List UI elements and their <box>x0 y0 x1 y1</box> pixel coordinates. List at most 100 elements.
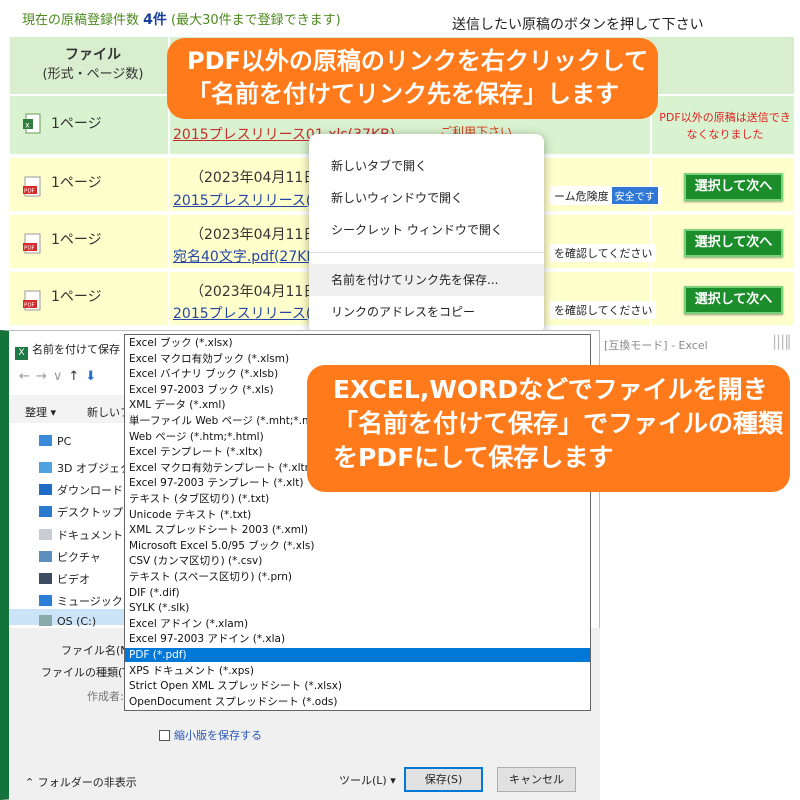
filetype-option[interactable]: XPS ドキュメント (*.xps) <box>125 664 590 678</box>
checkbox-label: 縮小版を保存する <box>174 729 262 742</box>
screenshot-stage: 現在の原稿登録件数 4件 (最大30件まで登録できます) 送信したい原稿のボタン… <box>0 0 800 800</box>
file-link[interactable]: 2015プレスリリース( <box>173 190 311 210</box>
filetype-option[interactable]: DIF (*.dif) <box>125 586 590 600</box>
page-count: 1ページ <box>51 175 102 191</box>
organize-button[interactable]: 整理 ▾ <box>25 404 56 420</box>
music-icon <box>39 595 52 606</box>
nav-item-desktop[interactable]: デスクトップ <box>39 504 123 520</box>
filetype-option[interactable]: テキスト (スペース区切り) (*.prn) <box>125 570 590 584</box>
hide-folders-toggle[interactable]: ⌃ フォルダーの非表示 <box>25 774 137 790</box>
row-file-cell: PDF 1ページ <box>10 158 170 211</box>
nav-item-label: ダウンロード <box>57 484 123 497</box>
nav-arrows: ←→∨↑⬇ <box>19 369 102 384</box>
filetype-option[interactable]: XML スプレッドシート 2003 (*.xml) <box>125 523 590 537</box>
excel-background-area <box>600 493 800 800</box>
filetype-option[interactable]: Excel アドイン (*.xlam) <box>125 617 590 631</box>
file-link[interactable]: 宛名40文字.pdf(27KE <box>173 246 315 266</box>
nav-item-label: ピクチャ <box>57 551 101 564</box>
select-next-button[interactable]: 選択して次へ <box>684 173 783 201</box>
recent-chevron-icon[interactable]: ∨ <box>53 369 69 384</box>
safe-badge: 安全です <box>611 187 658 204</box>
nav-item-videos[interactable]: ビデオ <box>39 571 90 587</box>
filetype-option[interactable]: SYLK (*.slk) <box>125 601 590 615</box>
menu-separator <box>309 252 544 253</box>
nav-item-label: PC <box>57 435 72 448</box>
pictures-icon <box>39 551 52 562</box>
filetype-option[interactable]: OpenDocument スプレッドシート (*.ods) <box>125 695 590 709</box>
filetype-option[interactable]: PDF (*.pdf) <box>125 648 590 662</box>
cancel-button[interactable]: キャンセル <box>497 767 576 792</box>
filetype-option[interactable]: Unicode テキスト (*.txt) <box>125 508 590 522</box>
nav-item-label: デスクトップ <box>57 506 123 519</box>
excel-ribbon-icon: |||‖ <box>772 332 792 350</box>
download-icon <box>39 484 52 495</box>
page-count: 1ページ <box>51 232 102 248</box>
virus-status: を確認してください <box>550 244 657 262</box>
callout-right-click-line2: 「名前を付けてリンク先を保存」します <box>187 80 619 108</box>
nav-item-label: ドキュメント <box>57 529 123 542</box>
filetype-option[interactable]: CSV (カンマ区切り) (*.csv) <box>125 554 590 568</box>
3d-objects-icon <box>39 462 52 473</box>
filetype-option[interactable]: Microsoft Excel 5.0/95 ブック (*.xls) <box>125 539 590 553</box>
page-count: 1ページ <box>51 116 102 132</box>
dialog-title-text: 名前を付けて保存 <box>32 343 120 356</box>
nav-item-os-c[interactable]: OS (C:) <box>39 615 96 628</box>
nav-item-downloads[interactable]: ダウンロード <box>39 482 123 498</box>
tools-menu[interactable]: ツール(L) ▾ <box>339 772 396 788</box>
forward-arrow-icon[interactable]: → <box>36 369 53 384</box>
save-button[interactable]: 保存(S) <box>404 767 483 792</box>
pdf-file-icon: PDF <box>23 290 41 311</box>
nav-item-label: ビデオ <box>57 573 90 586</box>
menu-open-incognito[interactable]: シークレット ウィンドウで開く <box>309 214 544 246</box>
filetype-option[interactable]: Excel 97-2003 アドイン (*.xla) <box>125 632 590 646</box>
page-count: 1ページ <box>51 289 102 305</box>
nav-item-music[interactable]: ミュージック <box>39 593 123 609</box>
filetype-option[interactable]: Excel マクロ有効ブック (*.xlsm) <box>125 352 590 366</box>
row-file-cell: x 1ページ <box>10 96 170 154</box>
svg-text:x: x <box>25 121 30 130</box>
callout-save-as-pdf: EXCEL,WORDなどでファイルを開き 「名前を付けて保存」でファイルの種類 … <box>307 365 790 492</box>
menu-open-new-tab[interactable]: 新しいタブで開く <box>309 150 544 182</box>
reg-prefix: 現在の原稿登録件数 <box>22 13 140 28</box>
callout-save-line1: EXCEL,WORDなどでファイルを開き <box>333 375 768 404</box>
callout-save-line2: 「名前を付けて保存」でファイルの種類 <box>333 409 784 438</box>
menu-copy-link-address[interactable]: リンクのアドレスをコピー <box>309 296 544 328</box>
nav-item-label: ミュージック <box>57 595 123 608</box>
nav-item-pictures[interactable]: ピクチャ <box>39 549 101 565</box>
chevron-up-icon: ⌃ <box>25 776 35 789</box>
pdf-file-icon: PDF <box>23 176 41 197</box>
download-folder-icon: ⬇ <box>85 369 103 384</box>
videos-icon <box>39 573 52 584</box>
svg-text:PDF: PDF <box>24 303 35 309</box>
virus-status: ーム危険度 安全です <box>550 186 662 205</box>
excel-app-icon: X <box>15 347 28 360</box>
author-label: 作成者: <box>87 690 124 703</box>
excel-file-icon: x <box>23 113 41 134</box>
nav-item-documents[interactable]: ドキュメント <box>39 527 123 543</box>
reg-count-value: 4件 <box>143 12 167 28</box>
menu-open-new-window[interactable]: 新しいウィンドウで開く <box>309 182 544 214</box>
header-cell-file: ファイル (形式・ページ数) <box>10 37 170 94</box>
menu-save-link-as[interactable]: 名前を付けてリンク先を保存... <box>309 264 544 296</box>
nav-item-pc[interactable]: PC <box>39 435 71 448</box>
filetype-option[interactable]: テキスト (タブ区切り) (*.txt) <box>125 492 590 506</box>
filetype-option[interactable]: Strict Open XML スプレッドシート (*.xlsx) <box>125 679 590 693</box>
excel-window-title: [互換モード] - Excel <box>604 339 708 352</box>
back-arrow-icon[interactable]: ← <box>19 369 36 384</box>
callout-right-click: PDF以外の原稿のリンクを右クリックして 「名前を付けてリンク先を保存」します <box>167 38 658 119</box>
file-link[interactable]: 2015プレスリリース( <box>173 303 311 323</box>
filetype-option[interactable]: Excel ブック (*.xlsx) <box>125 336 590 350</box>
up-arrow-icon[interactable]: ↑ <box>68 369 85 384</box>
row-file-cell: PDF 1ページ <box>10 215 170 268</box>
callout-right-click-line1: PDF以外の原稿のリンクを右クリックして <box>187 47 649 75</box>
pdf-file-icon: PDF <box>23 233 41 254</box>
filetype-label: ファイルの種類(T): <box>41 666 138 679</box>
virus-status: を確認してください <box>550 301 657 319</box>
save-thumbnail-checkbox[interactable]: 縮小版を保存する <box>159 727 262 743</box>
pc-icon <box>39 435 52 446</box>
select-next-button[interactable]: 選択して次へ <box>684 229 783 257</box>
select-next-button[interactable]: 選択して次へ <box>684 286 783 314</box>
checkbox-icon[interactable] <box>159 730 170 741</box>
virus-status-label: ーム危険度 <box>554 190 609 203</box>
desktop-icon <box>39 506 52 517</box>
